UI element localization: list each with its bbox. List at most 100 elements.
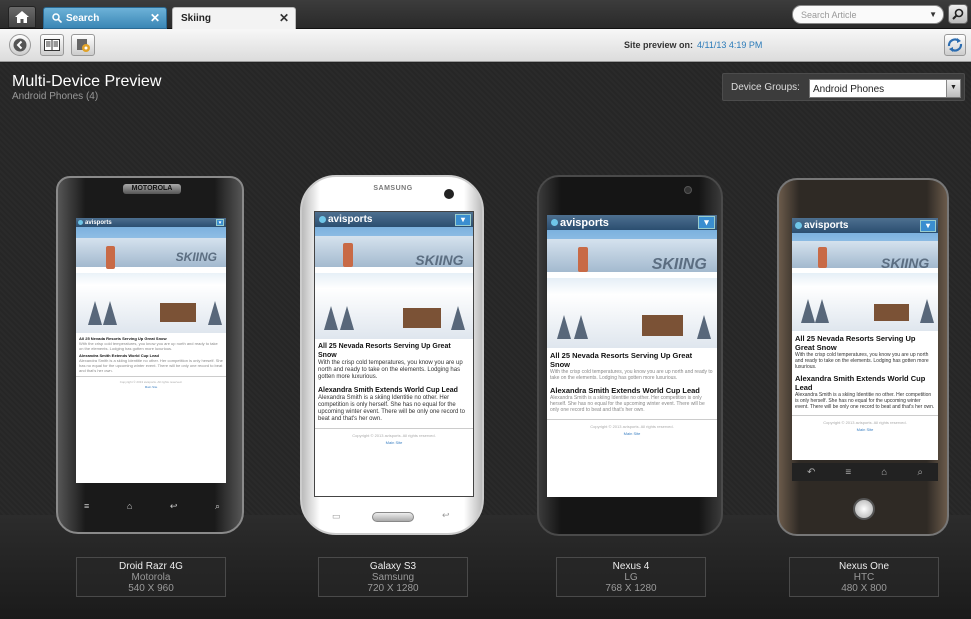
home-button[interactable] — [8, 6, 36, 28]
hero-image: SKIING — [792, 233, 938, 331]
device-droid-razr: MOTOROLA avisports ▾ SKIING All 25 Nevada… — [56, 176, 244, 534]
device-galaxy-s3: SAMSUNG avisports ▾ SKIING All 25 Nevada … — [300, 175, 484, 535]
page-subtitle: Android Phones (4) — [12, 91, 99, 102]
trackball[interactable] — [853, 498, 875, 520]
hero-image: SKIING — [547, 230, 717, 348]
back-icon[interactable]: ↶ — [807, 467, 815, 478]
site-footer: Copyright © 2013 avisports. All rights r… — [792, 415, 938, 433]
footer-link[interactable]: Main Site — [547, 430, 717, 437]
site-preview-status: Site preview on: 4/11/13 4:19 PM — [624, 40, 762, 50]
sync-icon — [947, 38, 963, 52]
chevron-down-icon[interactable]: ▼ — [946, 80, 960, 97]
tab-search[interactable]: Search ✕ — [43, 7, 167, 29]
device-maker: HTC — [853, 572, 875, 583]
site-logo: avisports — [328, 214, 373, 225]
nav-buttons: ≡ ⌂ ↩ ⌕ — [84, 501, 220, 512]
device-screen[interactable]: avisports ▾ SKIING All 25 Nevada Resorts … — [792, 218, 938, 460]
article-list: All 25 Nevada Resorts Serving Up Great S… — [315, 339, 473, 426]
device-nexus-one: avisports ▾ SKIING All 25 Nevada Resorts … — [777, 178, 949, 536]
footer-copyright: Copyright © 2013 avisports. All rights r… — [352, 433, 436, 438]
article-list: All 25 Nevada Resorts Serving Up Great S… — [76, 333, 226, 376]
site-footer: Copyright © 2013 avisports. All rights r… — [315, 428, 473, 446]
close-icon[interactable]: ✕ — [279, 11, 289, 25]
article-title[interactable]: All 25 Nevada Resorts Serving Up Great S… — [550, 351, 714, 369]
device-maker: Motorola — [131, 572, 171, 583]
tab-skiing[interactable]: Skiing ✕ — [172, 7, 296, 29]
search-button[interactable] — [948, 4, 968, 24]
menu-icon[interactable]: ▭ — [332, 511, 341, 522]
back-button[interactable] — [9, 34, 31, 56]
hero-image: SKIING — [76, 227, 226, 333]
nav-buttons: ↶ ≡ ⌂ ⌕ — [792, 463, 938, 481]
tab-bar: Search ✕ Skiing ✕ Search Article ▼ — [0, 0, 971, 29]
device-groups-select[interactable]: Android Phones ▼ — [809, 79, 961, 98]
menu-icon[interactable]: ≡ — [845, 467, 851, 478]
article-list: All 25 Nevada Resorts Serving Up Great S… — [792, 331, 938, 413]
menu-icon[interactable]: ▾ — [216, 219, 224, 226]
article-title[interactable]: Alexandra Smith Extends World Cup Lead — [795, 374, 935, 392]
article-title[interactable]: All 25 Nevada Resorts Serving Up Great S… — [795, 334, 935, 352]
device-label-droid-razr[interactable]: Droid Razr 4G Motorola 540 X 960 — [76, 557, 226, 597]
hero-image: SKIING — [315, 227, 473, 339]
columns-button[interactable] — [40, 34, 64, 56]
article-title[interactable]: All 25 Nevada Resorts Serving Up Great S… — [318, 342, 470, 360]
site-header: avisports ▾ — [547, 215, 717, 230]
menu-icon[interactable]: ▾ — [455, 213, 471, 226]
back-icon[interactable]: ↩ — [170, 501, 178, 512]
article-title[interactable]: Alexandra Smith Extends World Cup Lead — [550, 386, 714, 395]
menu-icon[interactable]: ≡ — [84, 501, 89, 512]
device-label-galaxy-s3[interactable]: Galaxy S3 Samsung 720 X 1280 — [318, 557, 468, 597]
back-icon[interactable]: ↩ — [442, 510, 450, 521]
chevron-down-icon[interactable]: ▼ — [929, 10, 937, 19]
article-body: With the crisp cold temperatures, you kn… — [550, 369, 713, 381]
home-button[interactable] — [372, 512, 414, 522]
settings-icon — [77, 39, 90, 52]
article-list: All 25 Nevada Resorts Serving Up Great S… — [547, 348, 717, 416]
close-icon[interactable]: ✕ — [150, 11, 160, 25]
article-body: With the crisp cold temperatures, you kn… — [795, 352, 929, 370]
device-maker: Samsung — [371, 572, 415, 583]
article-title[interactable]: Alexandra Smith Extends World Cup Lead — [318, 386, 470, 395]
home-icon[interactable]: ⌂ — [881, 467, 887, 478]
toolbar: Site preview on: 4/11/13 4:19 PM — [0, 29, 971, 62]
camera — [444, 189, 454, 199]
device-label-nexus-one[interactable]: Nexus One HTC 480 X 800 — [789, 557, 939, 597]
site-logo: avisports — [85, 219, 112, 226]
footer-link[interactable]: Main Site — [792, 426, 938, 433]
article-body: With the crisp cold temperatures, you kn… — [318, 360, 463, 380]
menu-icon[interactable]: ▾ — [920, 219, 936, 232]
footer-link[interactable]: Main Site — [315, 439, 473, 446]
camera — [684, 186, 692, 194]
preview-area: Multi-Device Preview Android Phones (4) … — [0, 63, 971, 619]
menu-icon[interactable]: ▾ — [698, 216, 715, 229]
site-header: avisports ▾ — [792, 218, 938, 233]
device-resolution: 540 X 960 — [128, 583, 174, 594]
settings-button[interactable] — [71, 34, 95, 56]
preview-time: 4/11/13 4:19 PM — [697, 40, 763, 50]
device-screen[interactable]: avisports ▾ SKIING All 25 Nevada Resorts … — [547, 215, 717, 497]
device-label-nexus-4[interactable]: Nexus 4 LG 768 X 1280 — [556, 557, 706, 597]
device-groups-value: Android Phones — [813, 84, 885, 95]
device-screen[interactable]: avisports ▾ SKIING All 25 Nevada Resorts … — [314, 211, 474, 497]
brand-logo: MOTOROLA — [123, 184, 181, 194]
sync-button[interactable] — [944, 34, 966, 56]
search-article-input[interactable]: Search Article ▼ — [792, 5, 944, 24]
footer-copyright: Copyright © 2013 avisports. All rights r… — [823, 420, 907, 425]
device-name: Nexus One — [838, 561, 890, 572]
footer-link[interactable]: Main Site — [76, 385, 226, 390]
site-header: avisports ▾ — [315, 212, 473, 227]
preview-label: Site preview on: — [624, 40, 694, 50]
home-icon[interactable]: ⌂ — [127, 501, 132, 512]
site-footer: Copyright © 2013 avisports. All rights r… — [76, 376, 226, 390]
article-body: Alexandra Smith is a skiing Identitie no… — [318, 395, 465, 422]
site-header: avisports ▾ — [76, 218, 226, 227]
search-icon[interactable]: ⌕ — [215, 501, 220, 512]
device-groups-label: Device Groups: — [731, 82, 800, 93]
device-nexus-4: avisports ▾ SKIING All 25 Nevada Resorts … — [537, 175, 723, 536]
columns-icon — [44, 39, 60, 51]
device-groups: Device Groups: Android Phones ▼ — [722, 73, 965, 101]
device-screen[interactable]: avisports ▾ SKIING All 25 Nevada Resorts … — [76, 218, 226, 483]
search-icon[interactable]: ⌕ — [917, 467, 923, 478]
article-body: With the crisp cold temperatures, you kn… — [79, 341, 218, 351]
hero-text: SKIING — [175, 250, 217, 265]
